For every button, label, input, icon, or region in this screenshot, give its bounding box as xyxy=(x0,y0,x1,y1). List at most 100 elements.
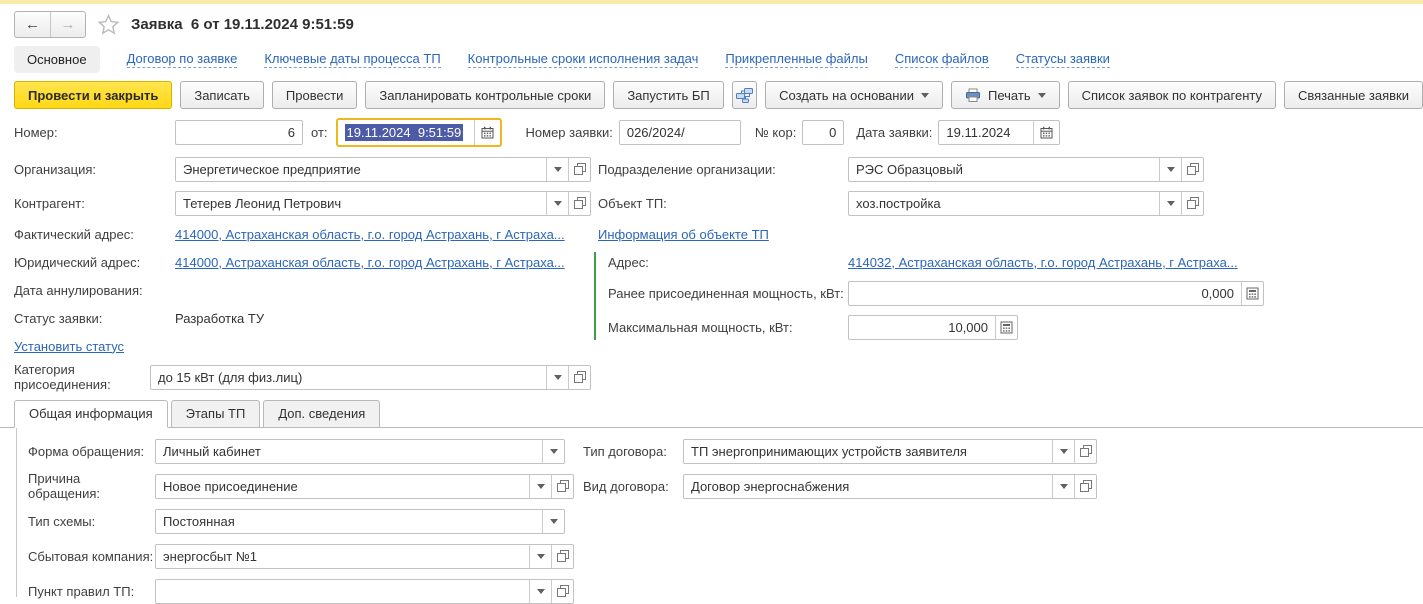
counterparty-field[interactable]: Тетерев Леонид Петрович xyxy=(175,191,591,216)
post-and-close-button[interactable]: Провести и закрыть xyxy=(14,81,172,109)
contract-type-dropdown-button[interactable] xyxy=(1052,440,1074,463)
open-form-icon xyxy=(574,163,586,175)
contract-kind-value[interactable]: Договор энергоснабжения xyxy=(684,475,1052,498)
organization-field[interactable]: Энергетическое предприятие xyxy=(175,157,591,182)
contract-kind-open-button[interactable] xyxy=(1074,475,1096,498)
nav-item-main[interactable]: Основное xyxy=(14,46,100,73)
tp-object-open-button[interactable] xyxy=(1181,192,1203,215)
max-power-calc-button[interactable] xyxy=(995,316,1017,339)
number-value[interactable]: 6 xyxy=(176,121,302,144)
organization-dropdown-button[interactable] xyxy=(546,158,568,181)
division-value[interactable]: РЭС Образцовый xyxy=(849,158,1159,181)
number-field[interactable]: 6 xyxy=(175,120,303,145)
plan-deadlines-button[interactable]: Запланировать контрольные сроки xyxy=(365,81,605,109)
contract-type-open-button[interactable] xyxy=(1074,440,1096,463)
request-date-field[interactable]: 19.11.2024 xyxy=(938,120,1060,145)
request-number-value[interactable]: 026/2024/ xyxy=(620,121,740,144)
contract-kind-field[interactable]: Договор энергоснабжения xyxy=(683,474,1097,499)
scheme-type-field[interactable]: Постоянная xyxy=(155,509,565,534)
business-process-button[interactable] xyxy=(732,81,757,109)
request-number-label: Номер заявки: xyxy=(526,125,613,140)
start-bp-button[interactable]: Запустить БП xyxy=(613,81,723,109)
appeal-reason-value[interactable]: Новое присоединение xyxy=(156,475,529,498)
set-status-link[interactable]: Установить статус xyxy=(14,339,124,354)
category-value[interactable]: до 15 кВт (для физ.лиц) xyxy=(151,366,546,389)
scheme-type-dropdown-button[interactable] xyxy=(542,510,564,533)
favorite-button[interactable] xyxy=(98,14,119,35)
post-button[interactable]: Провести xyxy=(272,81,358,109)
appeal-reason-open-button[interactable] xyxy=(551,475,573,498)
appeal-reason-field[interactable]: Новое присоединение xyxy=(155,474,574,499)
tp-address-link[interactable]: 414032, Астраханская область, г.о. город… xyxy=(848,255,1238,270)
max-power-row: Максимальная мощность, кВт: 10,000 xyxy=(608,314,1423,340)
tab-additional-info[interactable]: Доп. сведения xyxy=(263,400,380,428)
max-power-field[interactable]: 10,000 xyxy=(848,315,1018,340)
tp-rules-value[interactable] xyxy=(156,580,529,603)
counterparty-value[interactable]: Тетерев Леонид Петрович xyxy=(176,192,546,215)
max-power-value[interactable]: 10,000 xyxy=(849,316,995,339)
division-dropdown-button[interactable] xyxy=(1159,158,1181,181)
sales-company-value[interactable]: энергосбыт №1 xyxy=(156,545,529,568)
tp-object-dropdown-button[interactable] xyxy=(1159,192,1181,215)
tp-rules-dropdown-button[interactable] xyxy=(529,580,551,603)
back-button[interactable]: ← xyxy=(15,12,50,37)
scheme-type-value[interactable]: Постоянная xyxy=(156,510,542,533)
tp-object-field[interactable]: хоз.постройка xyxy=(848,191,1204,216)
nav-item-attached-files[interactable]: Прикрепленные файлы xyxy=(725,51,868,68)
nav-item-file-list[interactable]: Список файлов xyxy=(895,51,989,68)
division-field[interactable]: РЭС Образцовый xyxy=(848,157,1204,182)
fact-address-link[interactable]: 414000, Астраханская область, г.о. город… xyxy=(175,227,565,242)
corr-number-value[interactable]: 0 xyxy=(803,121,843,144)
main-form-area: Организация: Энергетическое предприятие … xyxy=(0,156,1423,390)
sales-company-dropdown-button[interactable] xyxy=(529,545,551,568)
nav-item-control-deadlines[interactable]: Контрольные сроки исполнения задач xyxy=(468,51,699,68)
nav-item-contract[interactable]: Договор по заявке xyxy=(127,51,238,68)
legal-address-link[interactable]: 414000, Астраханская область, г.о. город… xyxy=(175,255,565,270)
sales-company-open-button[interactable] xyxy=(551,545,573,568)
prev-power-field[interactable]: 0,000 xyxy=(848,281,1264,306)
request-date-label: Дата заявки: xyxy=(856,125,932,140)
prev-power-value[interactable]: 0,000 xyxy=(849,282,1241,305)
request-date-value[interactable]: 19.11.2024 xyxy=(939,121,1033,144)
create-based-on-button[interactable]: Создать на основании xyxy=(765,81,943,109)
tp-rules-field[interactable] xyxy=(155,579,574,604)
write-button[interactable]: Записать xyxy=(180,81,264,109)
organization-value[interactable]: Энергетическое предприятие xyxy=(176,158,546,181)
prev-power-row: Ранее присоединенная мощность, кВт: 0,00… xyxy=(608,280,1423,306)
sales-company-field[interactable]: энергосбыт №1 xyxy=(155,544,574,569)
print-button[interactable]: Печать xyxy=(951,81,1060,109)
appeal-reason-dropdown-button[interactable] xyxy=(529,475,551,498)
contract-kind-dropdown-button[interactable] xyxy=(1052,475,1074,498)
category-field[interactable]: до 15 кВт (для физ.лиц) xyxy=(150,365,591,390)
organization-open-button[interactable] xyxy=(568,158,590,181)
counterparty-dropdown-button[interactable] xyxy=(546,192,568,215)
contract-type-value[interactable]: ТП энергопринимающих устройств заявителя xyxy=(684,440,1052,463)
request-date-calendar-button[interactable] xyxy=(1033,121,1059,144)
date-time-calendar-button[interactable] xyxy=(474,120,500,145)
date-time-field-focused[interactable]: 19.11.2024 9:51:59 xyxy=(336,118,502,147)
tp-object-value[interactable]: хоз.постройка xyxy=(849,192,1159,215)
request-number-field[interactable]: 026/2024/ xyxy=(619,120,741,145)
corr-number-field[interactable]: 0 xyxy=(802,120,844,145)
counterparty-open-button[interactable] xyxy=(568,192,590,215)
appeal-form-dropdown-button[interactable] xyxy=(542,440,564,463)
tab-tp-stages[interactable]: Этапы ТП xyxy=(171,400,261,428)
tp-object-info-link[interactable]: Информация об объекте ТП xyxy=(598,227,769,242)
division-open-button[interactable] xyxy=(1181,158,1203,181)
nav-item-key-dates[interactable]: Ключевые даты процесса ТП xyxy=(264,51,440,68)
prev-power-calc-button[interactable] xyxy=(1241,282,1263,305)
appeal-form-value[interactable]: Личный кабинет xyxy=(156,440,542,463)
requests-by-counterparty-button[interactable]: Список заявок по контрагенту xyxy=(1068,81,1276,109)
nav-item-statuses[interactable]: Статусы заявки xyxy=(1016,51,1110,68)
date-time-value[interactable]: 19.11.2024 9:51:59 xyxy=(338,120,474,145)
open-form-icon xyxy=(1187,163,1199,175)
category-open-button[interactable] xyxy=(568,366,590,389)
forward-button[interactable]: → xyxy=(50,12,85,37)
tp-rules-open-button[interactable] xyxy=(551,580,573,603)
section-nav: Основное Договор по заявке Ключевые даты… xyxy=(0,38,1423,74)
related-requests-button[interactable]: Связанные заявки xyxy=(1284,81,1423,109)
category-dropdown-button[interactable] xyxy=(546,366,568,389)
tab-general-info[interactable]: Общая информация xyxy=(14,400,168,428)
contract-type-field[interactable]: ТП энергопринимающих устройств заявителя xyxy=(683,439,1097,464)
appeal-form-field[interactable]: Личный кабинет xyxy=(155,439,565,464)
